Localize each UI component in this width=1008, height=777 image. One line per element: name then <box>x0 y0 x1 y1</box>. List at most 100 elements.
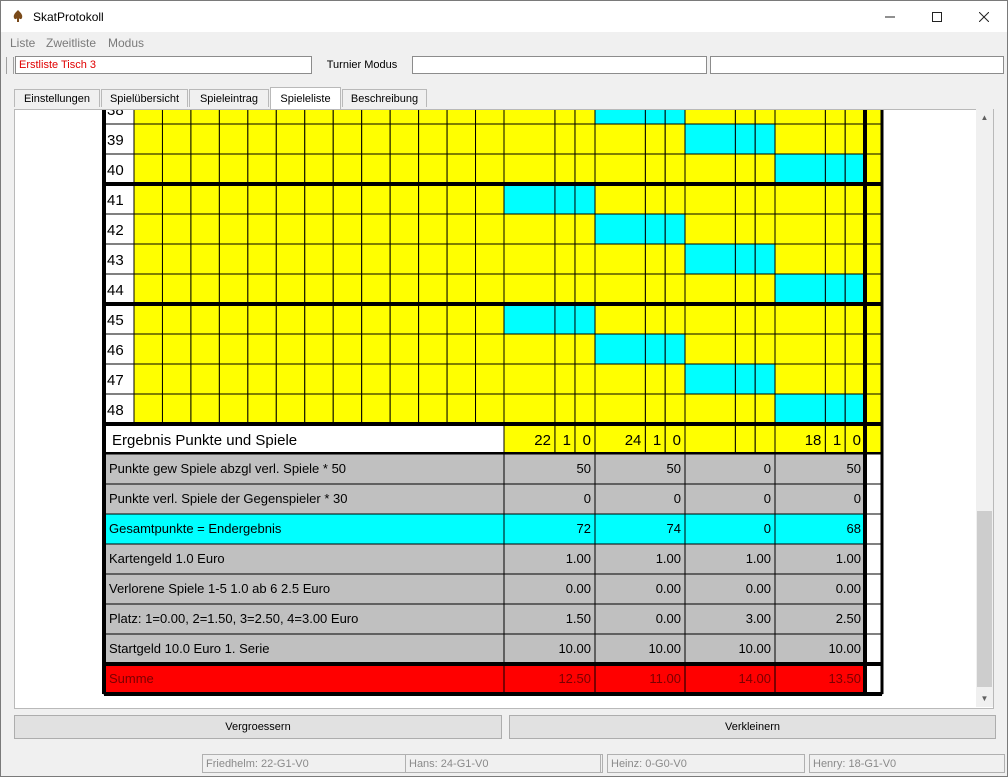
game-cell <box>161 243 192 275</box>
vertical-scrollbar[interactable]: ▲ ▼ <box>976 109 993 707</box>
player-cell <box>503 393 556 425</box>
game-cell <box>389 393 420 425</box>
game-cell <box>361 273 391 305</box>
extra-cell <box>864 183 883 215</box>
ergebnis-cell <box>734 423 756 455</box>
game-cell <box>247 243 277 275</box>
game-cell <box>161 303 192 335</box>
list-name-field[interactable]: Erstliste Tisch 3 <box>15 56 312 74</box>
player-cell <box>754 213 776 245</box>
summary-value: 1.50 <box>566 611 591 626</box>
summary-value: 10.00 <box>828 641 861 656</box>
close-button[interactable] <box>961 1 1007 32</box>
ergebnis-value: 0 <box>673 432 681 449</box>
tab-beschreibung[interactable]: Beschreibung <box>342 89 427 107</box>
player-cell <box>824 393 846 425</box>
summary-value: 0.00 <box>746 581 771 596</box>
game-cell <box>361 213 391 245</box>
app-window: SkatProtokoll Liste Zweitliste Modus Ers… <box>0 0 1008 777</box>
tab-spieluebersicht[interactable]: Spielübersicht <box>101 89 188 107</box>
player-cell <box>644 333 666 365</box>
game-cell <box>275 183 306 215</box>
row-number: 48 <box>107 402 124 419</box>
scroll-up-icon[interactable]: ▲ <box>976 109 993 126</box>
menu-liste[interactable]: Liste <box>10 36 35 50</box>
menu-modus[interactable]: Modus <box>108 36 144 50</box>
player-cell <box>684 393 736 425</box>
player-cell <box>734 183 756 215</box>
game-cell <box>418 273 448 305</box>
player-cell <box>844 213 866 245</box>
menu-zweitliste[interactable]: Zweitliste <box>46 36 96 50</box>
tab-spieleintrag[interactable]: Spieleintrag <box>189 89 269 107</box>
game-cell <box>247 363 277 395</box>
window-title: SkatProtokoll <box>33 10 104 24</box>
status-heinz: Heinz: 0-G0-V0 <box>607 754 805 773</box>
game-cell <box>304 243 334 275</box>
extra-cell <box>864 603 883 635</box>
toolbar-grip-icon[interactable] <box>6 57 14 74</box>
ergebnis-label: Ergebnis Punkte und Spiele <box>112 432 297 449</box>
extra-cell <box>864 243 883 275</box>
game-cell <box>332 393 363 425</box>
player-cell <box>844 393 866 425</box>
player-cell <box>574 333 596 365</box>
player-cell <box>594 110 646 125</box>
player-cell <box>824 183 846 215</box>
player-cell <box>503 183 556 215</box>
game-cell <box>332 273 363 305</box>
game-cell <box>389 363 420 395</box>
tab-bar: Einstellungen Spielübersicht Spieleintra… <box>1 87 1007 109</box>
game-cell <box>218 393 249 425</box>
extra-cell <box>864 393 883 425</box>
player-cell <box>774 183 826 215</box>
ergebnis-cell <box>684 423 736 455</box>
scroll-thumb[interactable] <box>977 511 992 687</box>
extra-cell <box>864 110 883 125</box>
turnier-mode-button[interactable]: Turnier Modus <box>317 56 407 74</box>
game-cell <box>475 333 505 365</box>
game-cell <box>446 183 477 215</box>
player-cell <box>824 110 846 125</box>
row-number: 47 <box>107 372 124 389</box>
game-cell <box>247 273 277 305</box>
summary-label: Kartengeld 1.0 Euro <box>109 551 225 566</box>
game-cell <box>218 153 249 185</box>
summary-value: 13.50 <box>828 671 861 686</box>
summary-value: 0 <box>764 521 771 536</box>
player-cell <box>734 243 756 275</box>
game-cell <box>389 273 420 305</box>
game-cell <box>133 213 163 245</box>
toolbar-field-3[interactable] <box>710 56 1004 74</box>
game-cell <box>190 393 220 425</box>
scroll-down-icon[interactable]: ▼ <box>976 690 993 707</box>
tab-spieleliste[interactable]: Spieleliste <box>270 87 341 109</box>
summary-value: 10.00 <box>648 641 681 656</box>
player-cell <box>844 110 866 125</box>
extra-cell <box>864 333 883 365</box>
game-cell <box>218 110 249 125</box>
player-cell <box>734 213 756 245</box>
player-cell <box>824 363 846 395</box>
player-cell <box>594 333 646 365</box>
ergebnis-value: 18 <box>805 432 822 449</box>
tab-einstellungen[interactable]: Einstellungen <box>14 89 100 107</box>
summary-label: Gesamtpunkte = Endergebnis <box>109 521 282 536</box>
maximize-button[interactable] <box>914 1 960 32</box>
row-number: 38 <box>107 110 124 119</box>
minimize-icon <box>885 16 895 17</box>
minimize-button[interactable] <box>867 1 913 32</box>
summary-value: 50 <box>577 461 591 476</box>
summary-value: 1.00 <box>746 551 771 566</box>
game-cell <box>389 183 420 215</box>
toolbar-field-2[interactable] <box>412 56 707 74</box>
game-cell <box>418 393 448 425</box>
summary-cell <box>684 453 776 485</box>
player-cell <box>503 333 556 365</box>
game-cell <box>247 393 277 425</box>
enlarge-button[interactable]: Vergroessern <box>14 715 502 739</box>
summary-cell <box>594 483 686 515</box>
player-cell <box>554 393 576 425</box>
game-cell <box>247 123 277 155</box>
shrink-button[interactable]: Verkleinern <box>509 715 996 739</box>
